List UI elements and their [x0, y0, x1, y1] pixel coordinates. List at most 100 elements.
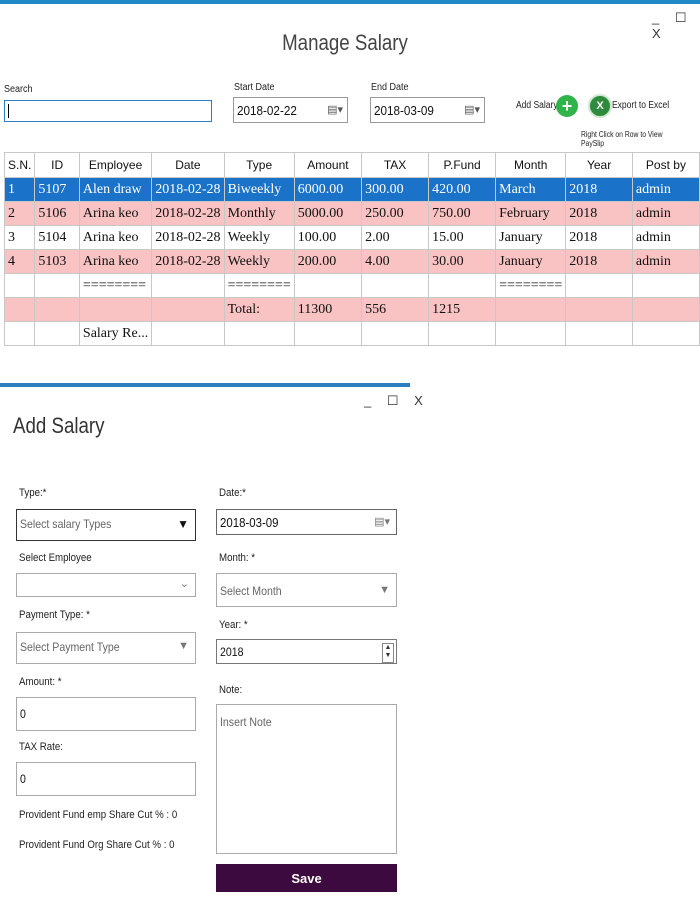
salary-type-select[interactable]: Select salary Types ▼	[16, 509, 196, 541]
table-cell: 3	[3, 225, 36, 250]
start-date-value: 2018-02-22	[237, 103, 297, 118]
col-header-sn[interactable]: S.N.	[3, 152, 36, 178]
table-cell	[34, 297, 80, 322]
table-cell: 5104	[34, 225, 80, 250]
tax-rate-input[interactable]: 0	[16, 762, 196, 796]
dropdown-arrow-icon: ▼	[379, 584, 390, 596]
table-cell: ========	[495, 273, 567, 298]
table-cell	[631, 297, 700, 322]
table-cell: Weekly	[223, 225, 295, 250]
salary-table: S.N. ID Employee Date Type Amount TAX P.…	[3, 152, 700, 346]
table-cell	[151, 297, 225, 322]
page-title: Manage Salary	[282, 30, 408, 55]
table-cell: 250.00	[361, 201, 430, 226]
col-header-type[interactable]: Type	[223, 152, 295, 178]
table-cell	[361, 321, 430, 346]
col-header-amount[interactable]: Amount	[293, 152, 363, 178]
table-cell: admin	[631, 249, 700, 274]
pf-org-share-value: 0	[169, 839, 175, 851]
start-date-picker[interactable]: 2018-02-22 ▤▾	[233, 97, 348, 123]
window-top-border	[0, 0, 700, 4]
add-salary-label[interactable]: Add Salary	[516, 100, 558, 111]
col-header-pfund[interactable]: P.Fund	[428, 152, 497, 178]
table-row[interactable]: 2 5106 Arina keo 2018-02-28 Monthly 5000…	[3, 201, 700, 226]
table-cell: Weekly	[223, 249, 295, 274]
table-cell: 2018	[565, 225, 633, 250]
col-header-employee[interactable]: Employee	[78, 152, 153, 178]
payslip-hint: Right Click on Row to View PaySlip	[581, 130, 663, 148]
amount-input[interactable]: 0	[16, 697, 196, 731]
col-header-year[interactable]: Year	[565, 152, 633, 178]
date-value: 2018-03-09	[220, 515, 279, 530]
add-icon[interactable]: +	[556, 95, 578, 117]
table-cell: Arina keo	[78, 225, 153, 250]
note-placeholder: Insert Note	[220, 715, 272, 729]
table-cell: 6000.00	[293, 177, 363, 202]
col-header-date[interactable]: Date	[151, 152, 225, 178]
table-cell: ========	[78, 273, 153, 298]
table-row[interactable]: 1 5107 Alen draw 2018-02-28 Biweekly 600…	[3, 177, 700, 202]
save-button[interactable]: Save	[216, 864, 397, 892]
tax-rate-value: 0	[20, 772, 26, 786]
pf-org-share-text: Provident Fund Org Share Cut % :	[19, 839, 167, 851]
table-cell	[151, 321, 225, 346]
col-header-month[interactable]: Month	[495, 152, 567, 178]
table-cell: Salary Re...	[78, 321, 153, 346]
table-cell: Biweekly	[223, 177, 295, 202]
chevron-down-icon: ⌄	[179, 578, 189, 590]
col-header-tax[interactable]: TAX	[361, 152, 430, 178]
table-cell: admin	[631, 177, 700, 202]
add-salary-window-top-border	[0, 383, 410, 387]
year-stepper[interactable]: 2018 ▲ ▼	[216, 639, 397, 664]
payment-type-label: Payment Type: *	[19, 609, 90, 621]
date-label: Date:*	[219, 487, 246, 499]
export-to-excel-label[interactable]: Export to Excel	[612, 100, 669, 111]
calendar-icon[interactable]: ▤▾	[327, 103, 343, 116]
table-cell: February	[495, 201, 567, 226]
col-header-postby[interactable]: Post by	[631, 152, 700, 178]
pf-emp-share-value: 0	[171, 809, 178, 821]
table-cell	[34, 273, 80, 298]
table-header-row: S.N. ID Employee Date Type Amount TAX P.…	[3, 152, 700, 178]
note-textarea[interactable]: Insert Note	[216, 704, 397, 854]
start-date-label: Start Date	[234, 82, 275, 93]
table-cell: 2018-02-28	[151, 249, 225, 274]
table-cell: 2018	[565, 177, 633, 202]
table-row[interactable]: 4 5103 Arina keo 2018-02-28 Weekly 200.0…	[3, 249, 700, 274]
text-caret	[8, 104, 9, 118]
table-cell: Alen draw	[78, 177, 153, 202]
table-cell	[495, 321, 567, 346]
table-cell: 4	[3, 249, 36, 274]
window-controls[interactable]: _ ☐ X	[364, 393, 429, 409]
calendar-icon[interactable]: ▤▾	[374, 515, 390, 528]
table-cell: Total:	[223, 297, 295, 322]
table-row[interactable]: 3 5104 Arina keo 2018-02-28 Weekly 100.0…	[3, 225, 700, 250]
table-cell: 2018-02-28	[151, 177, 225, 202]
year-value: 2018	[220, 645, 244, 659]
payment-type-select[interactable]: Select Payment Type ▼	[16, 632, 196, 664]
end-date-picker[interactable]: 2018-03-09 ▤▾	[370, 97, 485, 123]
table-cell: 420.00	[428, 177, 497, 202]
calendar-icon[interactable]: ▤▾	[464, 103, 480, 116]
employee-select[interactable]: ⌄	[16, 573, 196, 597]
table-cell: 30.00	[428, 249, 497, 274]
table-cell	[631, 273, 700, 298]
table-cell: 2018	[565, 201, 633, 226]
search-input[interactable]	[4, 100, 212, 122]
date-picker[interactable]: 2018-03-09 ▤▾	[216, 509, 397, 535]
spinner-arrows-icon[interactable]: ▲ ▼	[382, 643, 394, 663]
excel-icon[interactable]: X	[588, 94, 612, 118]
table-cell: 5103	[34, 249, 80, 274]
window-controls[interactable]: _ ☐ X	[652, 10, 700, 41]
col-header-id[interactable]: ID	[34, 152, 80, 178]
table-cell: 11300	[293, 297, 363, 322]
table-cell	[3, 321, 36, 346]
table-cell: Arina keo	[78, 201, 153, 226]
month-select[interactable]: Select Month ▼	[216, 573, 397, 607]
manage-salary-window: _ ☐ X Manage Salary Search Start Date 20…	[0, 0, 700, 385]
table-separator-row: ======== ======== ========	[3, 273, 700, 298]
table-cell: 4.00	[361, 249, 430, 274]
table-cell: 15.00	[428, 225, 497, 250]
table-row[interactable]: Salary Re...	[3, 321, 700, 346]
amount-label: Amount: *	[19, 676, 62, 688]
